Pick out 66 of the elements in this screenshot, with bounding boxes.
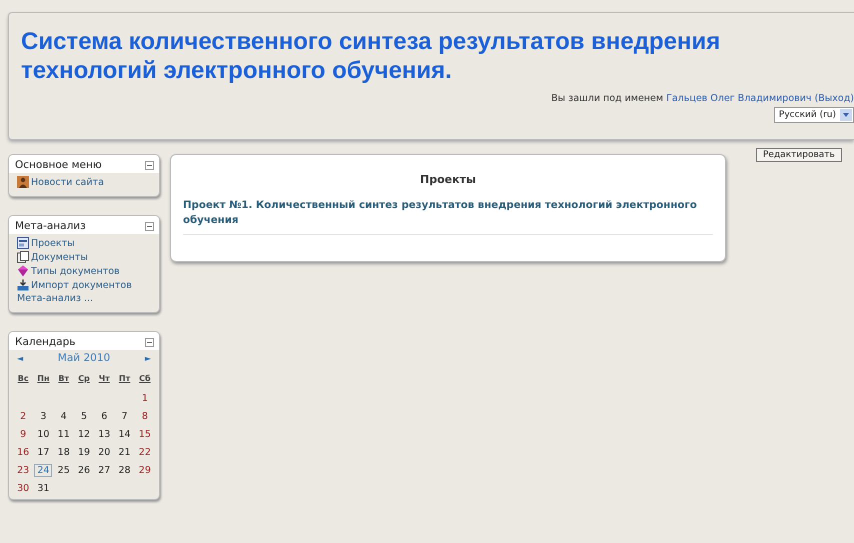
import-icon: [17, 279, 29, 291]
weekday-label: Вт: [57, 374, 70, 383]
block-title: Мета-анализ: [15, 220, 86, 232]
calendar-day[interactable]: 29: [136, 464, 154, 477]
calendar-day[interactable]: 17: [34, 446, 52, 459]
calendar-day[interactable]: 24: [34, 464, 52, 477]
card-title: Проекты: [419, 173, 477, 186]
calendar-day[interactable]: 19: [74, 446, 94, 459]
calendar-day[interactable]: 30: [14, 482, 32, 495]
calendar-day[interactable]: 15: [136, 428, 154, 441]
sidebar-link[interactable]: Мета-анализ ...: [17, 293, 153, 304]
calendar-day[interactable]: 5: [78, 410, 90, 423]
site-title: Система количественного синтеза результатов внедрения технологий электронного обучения.: [21, 27, 722, 85]
calendar-day[interactable]: 7: [118, 410, 131, 423]
calendar-day[interactable]: 11: [54, 428, 73, 441]
sidebar-link[interactable]: Новости сайта: [17, 176, 153, 188]
calendar-day[interactable]: 1: [138, 392, 151, 405]
weekday-label: Пт: [118, 374, 132, 383]
sidebar-link[interactable]: Импорт документов: [17, 279, 153, 291]
calendar-day[interactable]: 14: [116, 428, 134, 441]
project-link[interactable]: Проект №1. Количественный синтез результатов внедрения технологий электронного обучения: [183, 198, 713, 228]
sidebar-link[interactable]: Типы документов: [17, 265, 153, 277]
logout-link[interactable]: (Выход): [814, 93, 854, 104]
calendar-day[interactable]: 4: [58, 410, 70, 423]
weekday-label: Чт: [98, 374, 111, 383]
sidebar-link[interactable]: Проекты: [17, 237, 153, 249]
sidebar-link[interactable]: Документы: [17, 251, 153, 263]
calendar-day[interactable]: 16: [14, 446, 32, 459]
calendar-day[interactable]: 31: [34, 482, 52, 495]
collapse-icon[interactable]: [145, 160, 154, 170]
person-icon: [17, 176, 29, 188]
calendar-day[interactable]: 3: [37, 410, 50, 423]
calendar-day[interactable]: 6: [98, 410, 110, 423]
calendar-day[interactable]: 12: [74, 428, 94, 441]
weekday-label: Пн: [36, 374, 51, 383]
calendar-day[interactable]: 28: [116, 464, 134, 477]
weekday-label: Ср: [77, 374, 91, 383]
month-link[interactable]: Май 2010: [58, 352, 110, 364]
calendar-day[interactable]: 23: [14, 464, 32, 477]
calendar-day[interactable]: 22: [136, 446, 154, 459]
calendar-day[interactable]: 8: [138, 410, 151, 423]
gem-icon: [17, 265, 29, 277]
calendar-day[interactable]: 25: [54, 464, 73, 477]
calendar-day[interactable]: 13: [95, 428, 114, 441]
documents-icon: [17, 251, 29, 263]
next-month-link[interactable]: ►: [144, 354, 151, 362]
calendar-day[interactable]: 26: [74, 464, 94, 477]
user-link[interactable]: Гальцев Олег Владимирович: [666, 93, 812, 104]
calendar-day[interactable]: 18: [54, 446, 73, 459]
calendar-day[interactable]: 9: [17, 428, 30, 441]
previous-month-link[interactable]: ◄: [17, 354, 24, 362]
calendar-day[interactable]: 27: [95, 464, 114, 477]
weekday-label: Сб: [138, 374, 152, 383]
collapse-icon[interactable]: [145, 222, 154, 230]
window-icon: [17, 237, 29, 249]
edit-button[interactable]: Редактировать: [756, 148, 842, 162]
block-title: Основное меню: [15, 159, 102, 171]
language-select[interactable]: Русский (ru): [774, 107, 854, 123]
collapse-icon[interactable]: [145, 338, 154, 346]
calendar-day[interactable]: 20: [95, 446, 114, 459]
block-title: Календарь: [15, 336, 76, 348]
calendar-day[interactable]: 2: [17, 410, 30, 423]
calendar-day[interactable]: 21: [116, 446, 134, 459]
calendar-day[interactable]: 10: [34, 428, 52, 441]
login-status: Вы зашли под именем Гальцев Олег Владимирович (Выход): [551, 93, 854, 104]
weekday-label: Вс: [16, 374, 30, 383]
